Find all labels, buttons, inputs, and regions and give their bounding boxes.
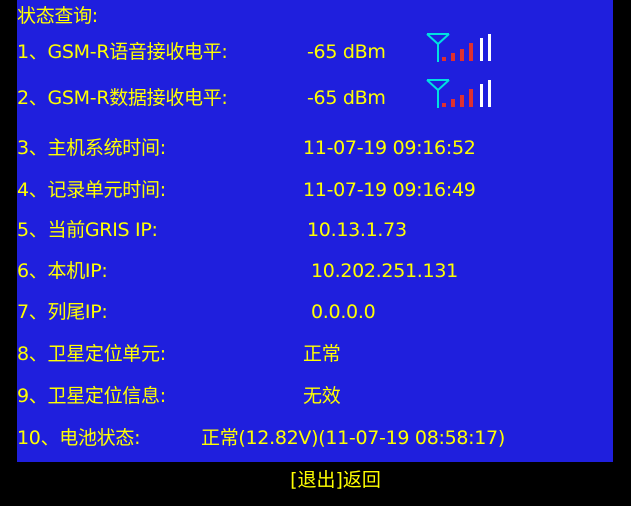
row-label: 8、卫星定位单元: [17, 343, 166, 365]
row-value: -65 dBm [307, 87, 386, 109]
signal-strength-icon [426, 79, 491, 108]
page-title: 状态查询: [17, 5, 98, 27]
row-value: 10.13.1.73 [307, 219, 407, 241]
row-value: 10.202.251.131 [311, 260, 458, 282]
row-label: 9、卫星定位信息: [17, 385, 166, 407]
row-value: 无效 [303, 385, 341, 407]
footer: [退出]返回 [0, 467, 631, 493]
row-value: 0.0.0.0 [311, 301, 376, 323]
row-value: -65 dBm [307, 41, 386, 63]
row-value: 11-07-19 09:16:52 [303, 137, 476, 159]
exit-button[interactable]: [退出]返回 [290, 467, 381, 493]
row-value: 正常(12.82V)(11-07-19 08:58:17) [201, 427, 505, 449]
row-label: 10、电池状态: [17, 427, 141, 449]
row-label: 4、记录单元时间: [17, 179, 166, 201]
row-label: 5、当前GRIS IP: [17, 219, 158, 241]
screen: 状态查询: 1、GSM-R语音接收电平: -65 dBm 2、GSM-R数据接收… [0, 0, 631, 506]
row-label: 6、本机IP: [17, 260, 108, 282]
row-value: 正常 [303, 343, 341, 365]
row-label: 3、主机系统时间: [17, 137, 166, 159]
signal-strength-icon [426, 33, 491, 62]
row-value: 11-07-19 09:16:49 [303, 179, 476, 201]
row-label: 7、列尾IP: [17, 301, 108, 323]
row-label: 2、GSM-R数据接收电平: [17, 87, 228, 109]
row-label: 1、GSM-R语音接收电平: [17, 41, 228, 63]
